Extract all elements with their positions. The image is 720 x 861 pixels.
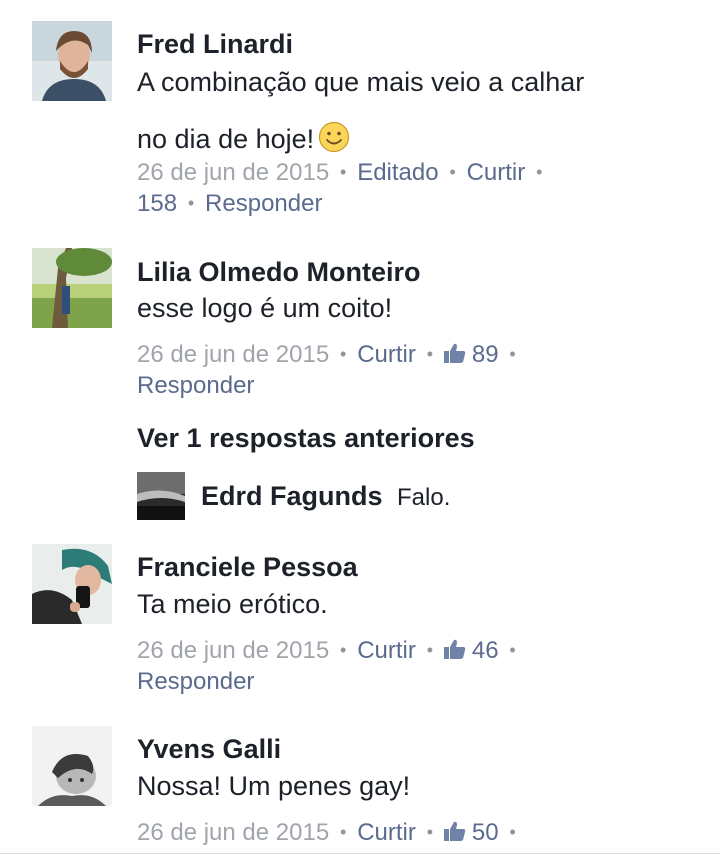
separator-dot: • bbox=[509, 640, 516, 660]
comment-meta: 26 de jun de 2015 • Editado • Curtir • 158 • Re… bbox=[137, 158, 697, 220]
avatar[interactable] bbox=[32, 21, 112, 101]
avatar[interactable] bbox=[32, 544, 112, 624]
comment-date[interactable]: 26 de jun de 2015 bbox=[137, 637, 329, 664]
avatar-photo bbox=[32, 726, 112, 806]
comment-text: Nossa! Um penes gay! bbox=[137, 771, 411, 801]
like-button[interactable]: Curtir bbox=[467, 159, 526, 186]
separator-dot: • bbox=[426, 822, 434, 842]
comment-text-line: A combinação que mais veio a calhar bbox=[137, 67, 585, 97]
comment-text: Ta meio erótico. bbox=[137, 589, 328, 619]
reply-text: Falo. bbox=[397, 484, 451, 511]
separator-dot: • bbox=[426, 344, 434, 364]
view-previous-replies[interactable]: Ver 1 respostas anteriores bbox=[137, 423, 475, 454]
comment-text-line2: no dia de hoje! bbox=[137, 124, 315, 154]
comment-date[interactable]: 26 de jun de 2015 bbox=[137, 159, 329, 186]
separator-dot: • bbox=[187, 193, 195, 213]
separator-dot: • bbox=[509, 344, 516, 364]
avatar-photo bbox=[137, 472, 185, 520]
thumbs-up-icon bbox=[443, 821, 466, 841]
edited-link[interactable]: Editado bbox=[357, 159, 438, 186]
like-button[interactable]: Curtir bbox=[357, 341, 416, 368]
avatar[interactable] bbox=[32, 248, 112, 328]
separator-dot: • bbox=[340, 162, 347, 182]
thumbs-up-icon bbox=[443, 639, 466, 659]
comment-meta: 26 de jun de 2015 • Curtir • 50 • bbox=[137, 818, 697, 849]
like-button[interactable]: Curtir bbox=[357, 819, 416, 846]
separator-dot: • bbox=[340, 822, 347, 842]
separator-dot: • bbox=[426, 640, 434, 660]
separator-dot: • bbox=[340, 344, 347, 364]
comment-text: esse logo é um coito! bbox=[137, 293, 393, 323]
separator-dot: • bbox=[340, 640, 347, 660]
reply-author[interactable]: Edrd Fagunds bbox=[201, 481, 383, 512]
divider bbox=[0, 853, 720, 854]
comment-date[interactable]: 26 de jun de 2015 bbox=[137, 819, 329, 846]
avatar-photo bbox=[32, 21, 112, 101]
avatar-photo bbox=[32, 544, 112, 624]
avatar[interactable] bbox=[32, 726, 112, 806]
separator-dot: • bbox=[536, 162, 543, 182]
reply-item: Edrd Fagunds Falo. bbox=[137, 472, 697, 520]
comment-date[interactable]: 26 de jun de 2015 bbox=[137, 341, 329, 368]
reply-avatar[interactable] bbox=[137, 472, 185, 520]
reply-button[interactable]: Responder bbox=[205, 190, 322, 217]
separator-dot: • bbox=[509, 822, 516, 842]
thumbs-up-icon bbox=[443, 343, 466, 363]
avatar-photo bbox=[32, 248, 112, 328]
comment-text: A combinação que mais veio a calhar no d… bbox=[137, 54, 677, 168]
like-count[interactable]: 50 bbox=[472, 819, 499, 846]
separator-dot: • bbox=[449, 162, 456, 182]
like-count[interactable]: 158 bbox=[137, 190, 177, 217]
reply-button[interactable]: Responder bbox=[137, 372, 254, 399]
comment-meta: 26 de jun de 2015 • Curtir • 89 • Responder bbox=[137, 340, 697, 401]
like-count[interactable]: 89 bbox=[472, 341, 499, 368]
reply-button[interactable]: Responder bbox=[137, 668, 254, 695]
like-button[interactable]: Curtir bbox=[357, 637, 416, 664]
comment-meta: 26 de jun de 2015 • Curtir • 46 • Responder bbox=[137, 636, 697, 697]
like-count[interactable]: 46 bbox=[472, 637, 499, 664]
smiley-face-icon bbox=[319, 121, 350, 153]
